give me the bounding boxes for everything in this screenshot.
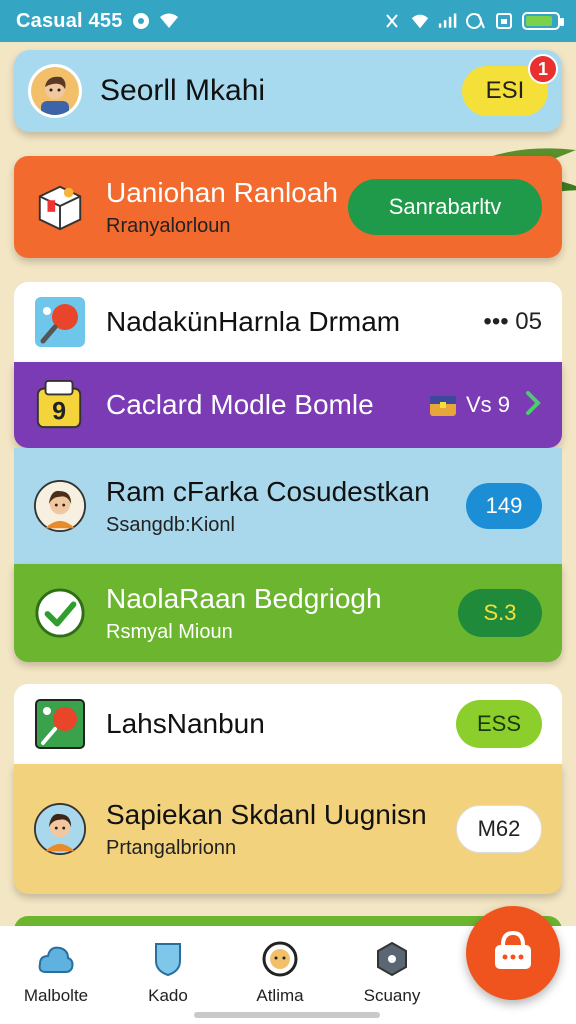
header-badge-label: ESI bbox=[485, 77, 525, 104]
ping-pong-icon bbox=[34, 698, 86, 750]
vibrate-icon bbox=[382, 11, 402, 31]
nav-label: Atlima bbox=[256, 986, 304, 1005]
battery-icon bbox=[522, 12, 564, 30]
svg-text:9: 9 bbox=[52, 397, 66, 425]
profile-header[interactable]: Seorll Mkahi ESI 1 bbox=[14, 50, 562, 132]
chest-icon bbox=[428, 390, 458, 420]
face-badge-icon bbox=[261, 940, 299, 978]
row-action-button[interactable]: ESS bbox=[456, 700, 542, 748]
row-title: LahsNanbun bbox=[106, 708, 265, 739]
status-bar: Casual 455 bbox=[0, 0, 576, 42]
row-action-button[interactable]: Sanrabarltv bbox=[348, 179, 542, 235]
nav-label: Kado bbox=[148, 986, 188, 1005]
chevron-right-icon[interactable] bbox=[524, 390, 542, 420]
data-icon bbox=[466, 11, 486, 31]
row-title: Caclard Modle Bomle bbox=[106, 389, 374, 420]
notification-badge: 1 bbox=[528, 54, 558, 84]
wifi-signal-icon bbox=[410, 11, 430, 31]
floating-action-button[interactable] bbox=[466, 906, 560, 1000]
list-item-1[interactable]: Uaniohan Ranloah Rranyalorloun Sanrabarl… bbox=[14, 156, 562, 258]
user-name: Seorll Mkahi bbox=[100, 74, 266, 107]
list-item-6[interactable]: LahsNanbun ESS bbox=[14, 684, 562, 764]
avatar[interactable] bbox=[28, 64, 82, 118]
list-item-4[interactable]: Ram cFarka Cosudestkan Ssangdb:Kionl 149 bbox=[14, 448, 562, 564]
row-action-button[interactable]: S.3 bbox=[458, 589, 542, 637]
ping-pong-icon bbox=[34, 296, 86, 348]
avatar bbox=[34, 803, 86, 855]
game-card-icon: 9 bbox=[34, 379, 86, 431]
hexagon-icon bbox=[373, 940, 411, 978]
nav-label: Scuany bbox=[363, 986, 421, 1005]
package-icon bbox=[34, 181, 86, 233]
row-subtitle: Rranyalorloun bbox=[106, 214, 231, 237]
list-item-2[interactable]: NadakünHarnla Drmam ••• 05 bbox=[14, 282, 562, 362]
nav-item-scuany[interactable]: Scuany bbox=[336, 940, 448, 1006]
status-time: Casual 455 bbox=[16, 9, 123, 32]
battery-level bbox=[526, 16, 552, 26]
nav-label: Malbolte bbox=[23, 986, 89, 1005]
nav-item-atlima[interactable]: Atlima bbox=[224, 940, 336, 1006]
row-subtitle: Rsmyal Mioun bbox=[106, 620, 233, 643]
nav-item-kado[interactable]: Kado bbox=[112, 940, 224, 1006]
row-action-button[interactable]: M62 bbox=[456, 805, 542, 853]
location-icon bbox=[131, 11, 151, 31]
sim-icon bbox=[494, 11, 514, 31]
cell-signal-icon bbox=[438, 11, 458, 31]
row-more-count[interactable]: ••• 05 bbox=[483, 308, 542, 336]
avatar bbox=[34, 480, 86, 532]
row-score: Vs 9 bbox=[465, 392, 510, 417]
list-item-3[interactable]: 9 Caclard Modle Bomle Vs 9 bbox=[14, 362, 562, 448]
row-action-button[interactable]: 149 bbox=[466, 483, 542, 529]
row-title: NaolaRaan Bedgriogh bbox=[106, 582, 382, 614]
header-badge-button[interactable]: ESI 1 bbox=[462, 54, 558, 116]
home-indicator bbox=[194, 1012, 380, 1018]
row-subtitle: Prtangalbrionn bbox=[106, 836, 237, 859]
nav-item-malbolte[interactable]: Malbolte bbox=[0, 940, 112, 1006]
basket-icon bbox=[491, 930, 535, 976]
row-title: Uaniohan Ranloah bbox=[106, 176, 338, 208]
row-title: NadakünHarnla Drmam bbox=[106, 306, 401, 337]
list-item-5[interactable]: NaolaRaan Bedgriogh Rsmyal Mioun S.3 bbox=[14, 564, 562, 662]
shield-icon bbox=[149, 940, 187, 978]
cloud-icon bbox=[37, 940, 75, 978]
row-title: Sapiekan Skdanl Uugnisn bbox=[106, 798, 427, 830]
list-item-7[interactable]: Sapiekan Skdanl Uugnisn Prtangalbrionn M… bbox=[14, 764, 562, 894]
wifi-icon bbox=[159, 11, 179, 31]
check-icon bbox=[34, 587, 86, 639]
row-title: Ram cFarka Cosudestkan bbox=[106, 475, 430, 507]
row-subtitle: Ssangdb:Kionl bbox=[106, 513, 235, 536]
